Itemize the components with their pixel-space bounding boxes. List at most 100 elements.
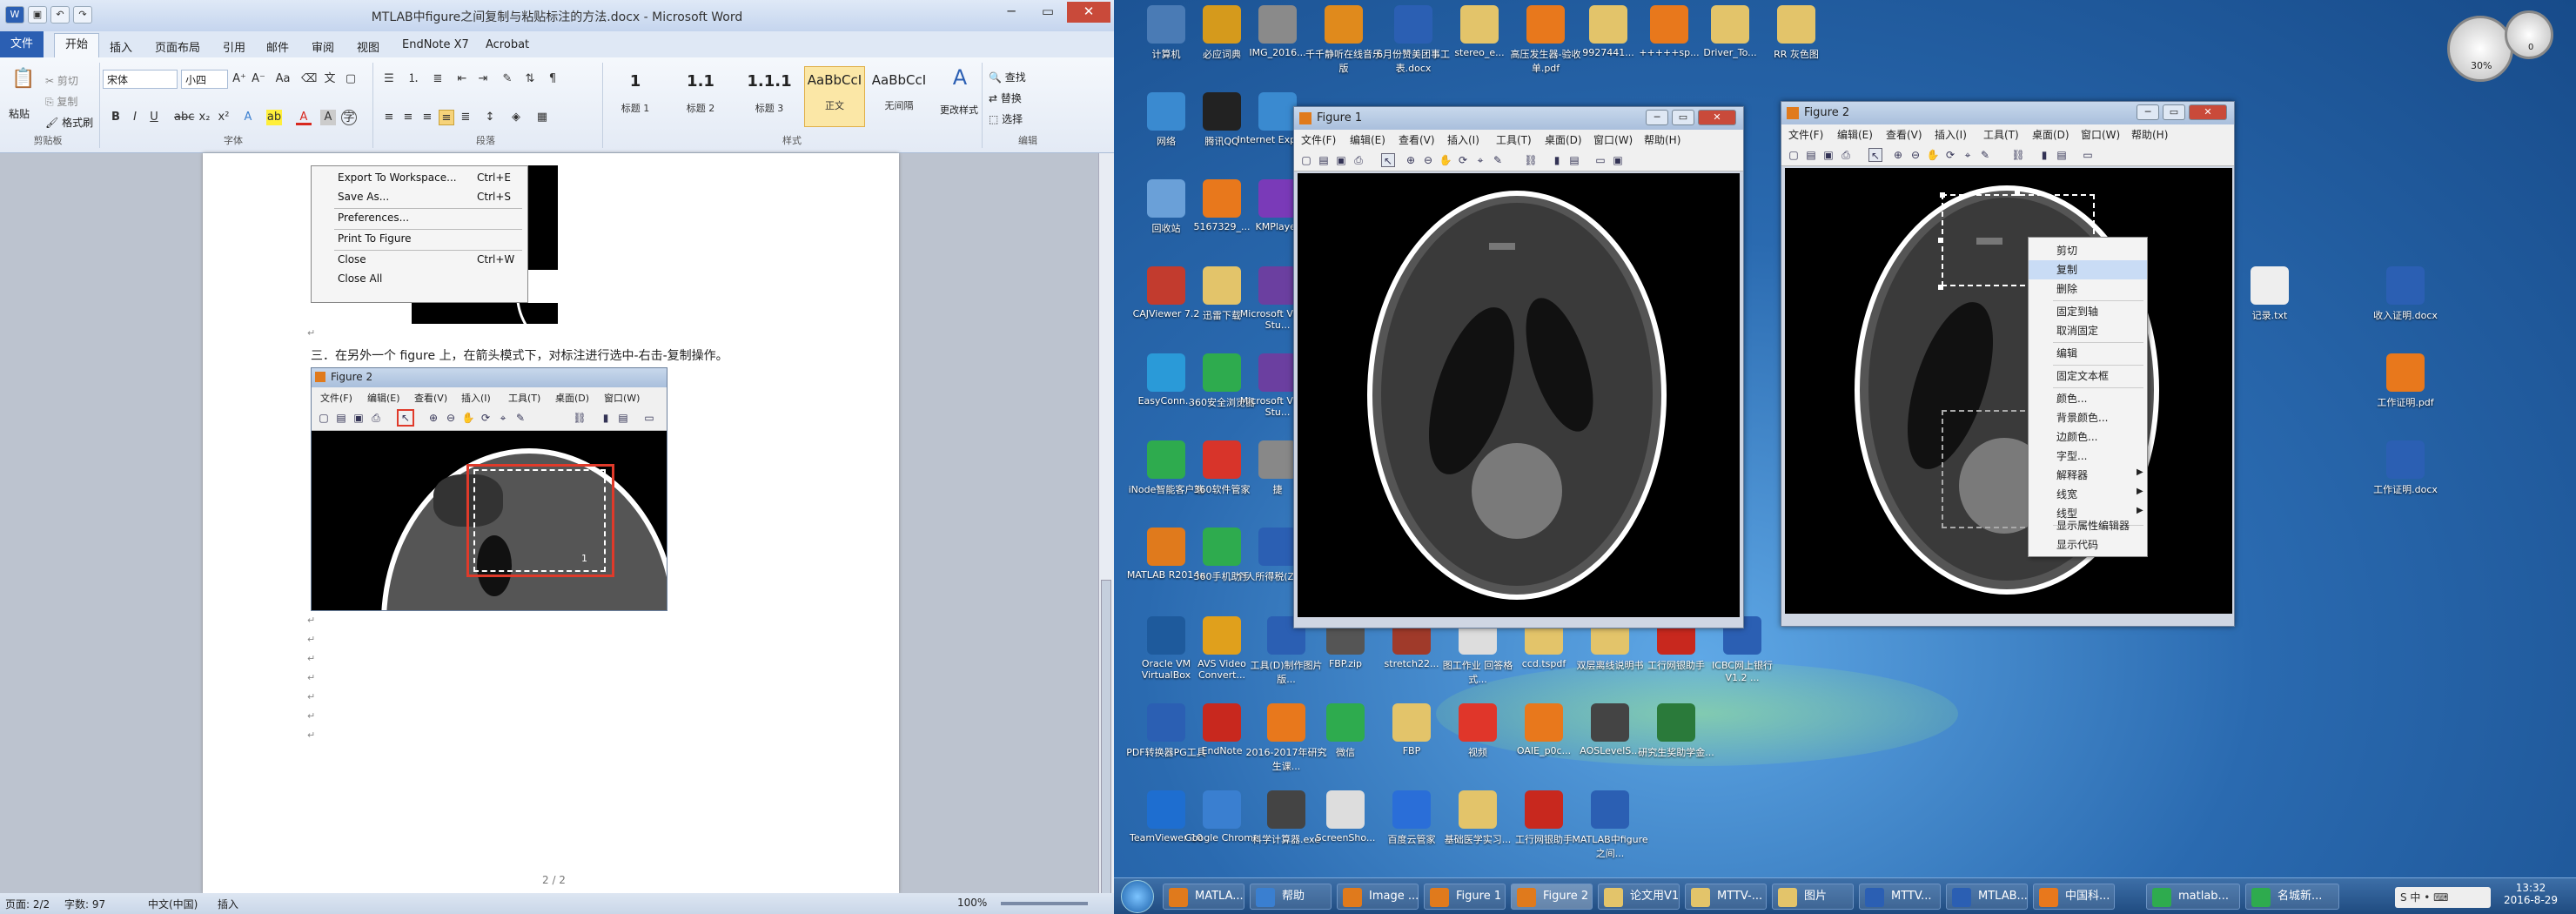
zoom-level[interactable]: 100% <box>957 897 987 909</box>
figure2-window[interactable]: Figure 2 ─ ▭ ✕ 文件(F) 编辑(E) 查看(V) 插入(I) 工… <box>1781 101 2235 627</box>
subscript-icon[interactable]: x₂ <box>197 110 212 125</box>
desktop-icon[interactable]: 工作证明.pdf <box>2364 353 2447 409</box>
desktop-icon[interactable]: 收入证明.docx <box>2364 266 2447 322</box>
save-icon[interactable]: ▣ <box>1821 148 1835 162</box>
zoom-out-icon[interactable]: ⊖ <box>1421 153 1435 167</box>
desktop-icon[interactable]: RR 灰色图 <box>1754 5 1838 61</box>
data-cursor-icon[interactable]: ⌖ <box>1473 153 1487 167</box>
tab-file[interactable]: 文件 <box>0 31 44 57</box>
menu-tools[interactable]: 工具(T) <box>1496 132 1532 147</box>
hide-tools-icon[interactable]: ▭ <box>2081 148 2095 162</box>
menu-item-show-code[interactable]: 显示代码 <box>2029 535 2147 554</box>
show-tools-icon[interactable]: ▣ <box>1611 153 1625 167</box>
menu-tools[interactable]: 工具(T) <box>1983 127 2019 142</box>
text-effect-icon[interactable]: A <box>240 110 256 125</box>
taskbar-button[interactable]: 论文用V1 <box>1598 884 1680 910</box>
tab-insert[interactable]: 插入 <box>110 38 132 55</box>
cpu-gauge-icon[interactable]: 30% <box>2447 16 2513 82</box>
save-icon[interactable]: ▣ <box>1334 153 1348 167</box>
memory-gauge-icon[interactable]: 0 <box>2505 10 2553 59</box>
highlight-icon[interactable]: ab <box>266 110 282 125</box>
copy-button[interactable]: ⎘ 复制 <box>45 94 77 109</box>
page-status[interactable]: 页面: 2/2 <box>5 897 50 911</box>
zoom-slider[interactable] <box>1001 902 1088 905</box>
menu-desktop[interactable]: 桌面(D) <box>1545 132 1582 147</box>
link-icon[interactable]: ⛓ <box>2011 148 2025 162</box>
taskbar-button[interactable]: 名城新... <box>2245 884 2339 910</box>
distribute-icon[interactable]: ≣ <box>458 110 473 125</box>
font-name-select[interactable]: 宋体 <box>103 70 178 89</box>
clear-format-icon[interactable]: ⌫ <box>301 71 317 87</box>
menu-item-font[interactable]: 字型... <box>2029 447 2147 466</box>
font-size-select[interactable]: 小四 <box>181 70 228 89</box>
menu-window[interactable]: 窗口(W) <box>2081 127 2120 142</box>
figure2-axes[interactable] <box>1785 168 2232 614</box>
figure1-window[interactable]: Figure 1 ─ ▭ ✕ 文件(F) 编辑(E) 查看(V) 插入(I) 工… <box>1293 106 1744 628</box>
align-center-icon[interactable]: ≡ <box>400 110 416 125</box>
paste-button[interactable]: 粘贴 <box>9 106 30 121</box>
minimize-button[interactable]: ─ <box>2137 104 2159 120</box>
menu-window[interactable]: 窗口(W) <box>1593 132 1633 147</box>
close-button[interactable]: ✕ <box>1067 2 1110 23</box>
data-cursor-icon[interactable]: ⌖ <box>1961 148 1975 162</box>
new-figure-icon[interactable]: ▢ <box>1787 148 1801 162</box>
pinyin-icon[interactable]: 文 <box>322 71 338 87</box>
colorbar-icon[interactable]: ▮ <box>1550 153 1564 167</box>
char-border-icon[interactable]: ▢ <box>343 71 359 87</box>
close-button[interactable]: ✕ <box>2189 104 2227 120</box>
rotate-icon[interactable]: ⟳ <box>1943 148 1957 162</box>
start-button[interactable] <box>1121 880 1154 913</box>
find-button[interactable]: 🔍 查找 <box>989 70 1026 84</box>
figure1-title-bar[interactable]: Figure 1 ─ ▭ ✕ <box>1294 107 1743 130</box>
bold-icon[interactable]: B <box>108 110 124 125</box>
menu-edit[interactable]: 编辑(E) <box>1350 132 1385 147</box>
taskbar-button[interactable]: 图片 <box>1772 884 1854 910</box>
menu-help[interactable]: 帮助(H) <box>1644 132 1680 147</box>
minimize-button[interactable]: ─ <box>1646 110 1668 125</box>
rotate-icon[interactable]: ⟳ <box>1456 153 1470 167</box>
tab-acrobat[interactable]: Acrobat <box>486 38 529 51</box>
tab-references[interactable]: 引用 <box>223 38 245 55</box>
vertical-scrollbar[interactable] <box>1098 153 1114 914</box>
char-shading-icon[interactable]: A <box>320 110 336 125</box>
taskbar-button[interactable]: MTTV-... <box>1685 884 1767 910</box>
borders-icon[interactable]: ▦ <box>534 110 550 125</box>
pan-icon[interactable]: ✋ <box>1926 148 1940 162</box>
tab-home[interactable]: 开始 <box>54 33 99 57</box>
word-count[interactable]: 字数: 97 <box>64 897 105 911</box>
tab-mailings[interactable]: 邮件 <box>266 38 289 55</box>
taskbar-button[interactable]: MTTV... <box>1859 884 1941 910</box>
taskbar-button[interactable]: matlab... <box>2146 884 2240 910</box>
legend-icon[interactable]: ▤ <box>1567 153 1581 167</box>
bullets-icon[interactable]: ☰ <box>381 71 397 87</box>
link-icon[interactable]: ⛓ <box>1524 153 1538 167</box>
colorbar-icon[interactable]: ▮ <box>2037 148 2051 162</box>
print-icon[interactable]: ⎙ <box>1839 148 1853 162</box>
justify-icon[interactable]: ≡ <box>439 110 454 125</box>
desktop-icon[interactable]: 研究生奖助学金... <box>1634 703 1718 759</box>
maximize-button[interactable]: ▭ <box>1030 2 1065 23</box>
taskbar-button[interactable]: MTLAB... <box>1946 884 2028 910</box>
insert-mode[interactable]: 插入 <box>218 897 238 911</box>
tab-page-layout[interactable]: 页面布局 <box>155 38 200 55</box>
menu-item-fixed-textbox[interactable]: 固定文本框 <box>2029 366 2147 386</box>
maximize-button[interactable]: ▭ <box>1672 110 1694 125</box>
language-status[interactable]: 中文(中国) <box>148 897 198 911</box>
menu-item-delete[interactable]: 删除 <box>2029 279 2147 299</box>
brush-icon[interactable]: ✎ <box>1491 153 1505 167</box>
superscript-icon[interactable]: x² <box>216 110 231 125</box>
font-color-icon[interactable]: A <box>296 110 312 125</box>
menu-item-property-editor[interactable]: 显示属性编辑器 <box>2029 516 2147 535</box>
menu-item-unpin[interactable]: 取消固定 <box>2029 321 2147 340</box>
numbering-icon[interactable]: ⒈ <box>406 71 421 87</box>
menu-item-copy[interactable]: 复制 <box>2029 260 2147 279</box>
menu-item-interpreter[interactable]: 解释器 <box>2029 466 2147 485</box>
decrease-indent-icon[interactable]: ⇤ <box>454 71 470 87</box>
style-no-spacing[interactable]: AaBbCcI 无间隔 <box>869 66 929 127</box>
menu-item-pin-to-axes[interactable]: 固定到轴 <box>2029 302 2147 321</box>
menu-item-background-color[interactable]: 背景颜色... <box>2029 408 2147 427</box>
menu-insert[interactable]: 插入(I) <box>1935 127 1967 142</box>
input-method-bar[interactable]: S 中 • ⌨ <box>2395 887 2491 908</box>
show-marks-icon[interactable]: ¶ <box>545 71 560 87</box>
sort-icon[interactable]: ⇅ <box>522 71 538 87</box>
